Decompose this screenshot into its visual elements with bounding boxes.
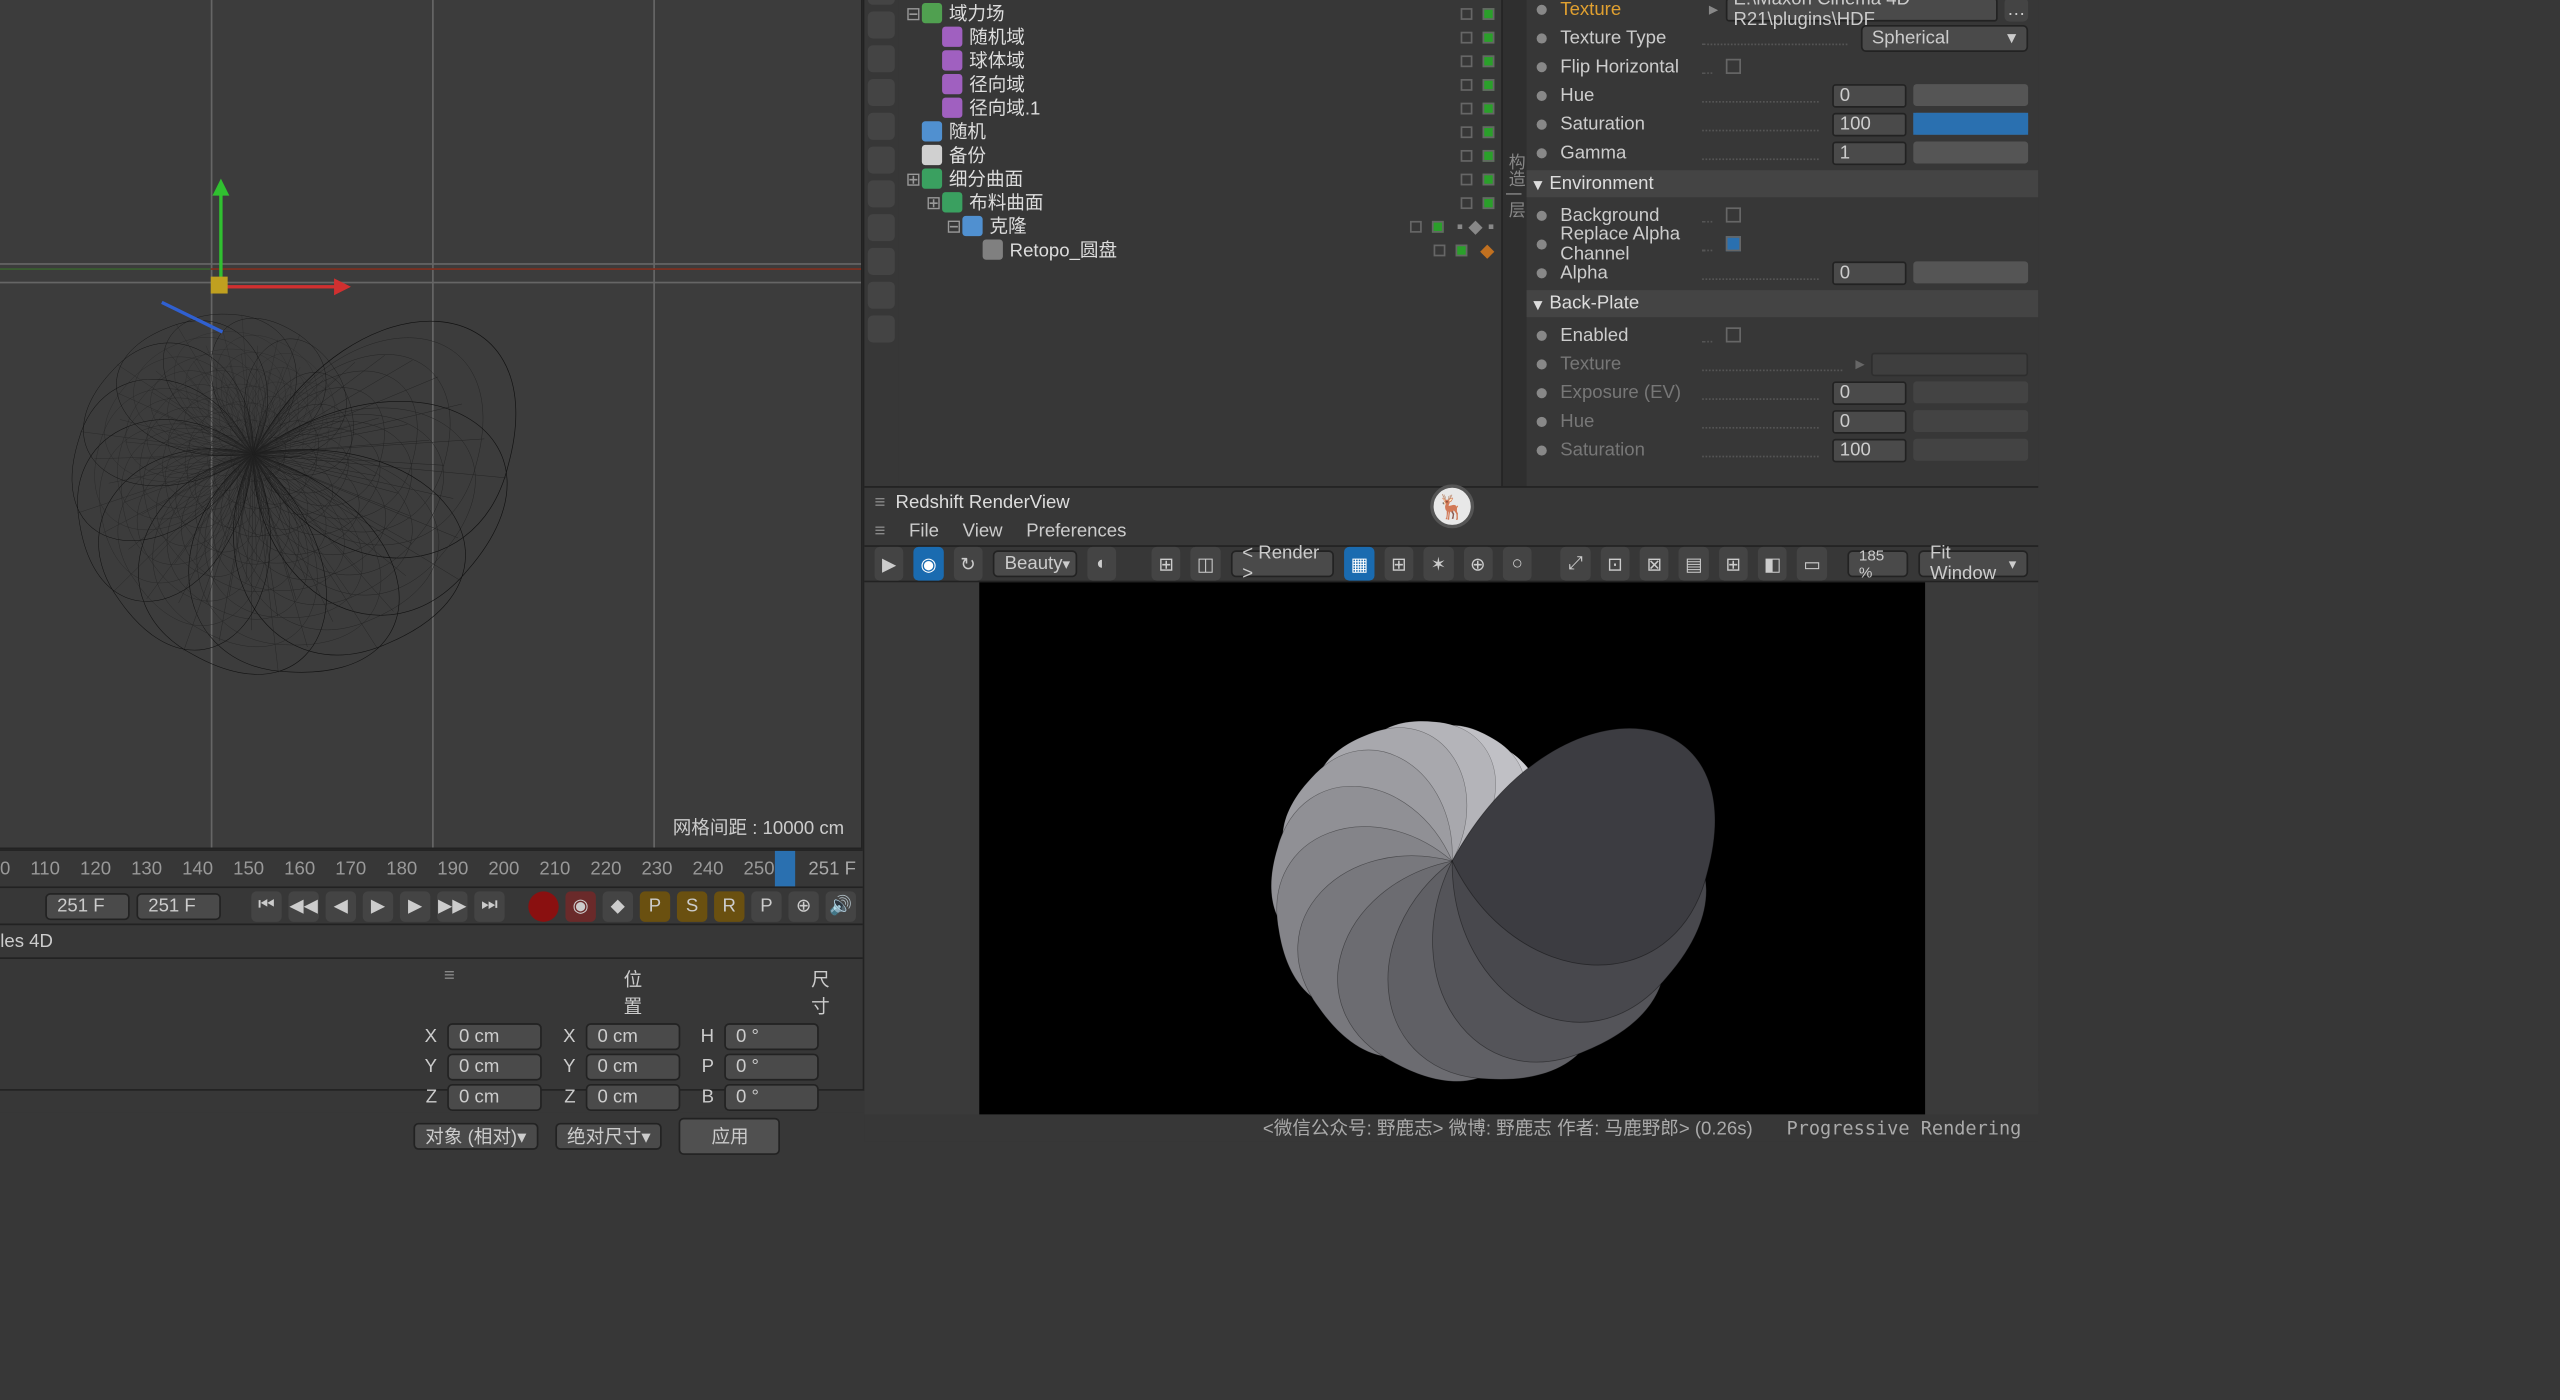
key-opt-button[interactable]: ⊕ [788,891,818,921]
attr-row: Gamma1 [1537,138,2028,167]
rv-tool-icon[interactable]: ⊞ [1384,547,1413,581]
objbar-icon[interactable] [868,79,895,106]
objbar-icon[interactable] [868,11,895,38]
attr-row: Saturation100 [1537,109,2028,138]
to-end-button[interactable]: ⏭ [474,891,504,921]
rv-tool-icon[interactable]: ▤ [1679,547,1708,581]
attr-row: Saturation100 [1537,435,2028,464]
rv-fit-dropdown[interactable]: Fit Window ▾ [1918,550,2028,577]
rv-buffer-dropdown[interactable]: < Render > [1230,550,1334,577]
rv-render-button[interactable]: ▶ [875,547,904,581]
viewport[interactable]: 透视视图 RS 摄像机 ▤ ✦ Number of emitters: 0Tot… [0,0,863,849]
objbar-icon[interactable] [868,113,895,140]
rv-tool-icon[interactable]: ◧ [1758,547,1787,581]
attr-row: Hue0 [1537,407,2028,436]
object-row[interactable]: 径向域.1 [898,96,1501,120]
coord-mode-b[interactable]: 绝对尺寸 ▾ [555,1123,662,1150]
playback-bar: 1 F 1 F 251 F 251 F ⏮ ◀◀ ◀ ▶ ▶ ▶▶ ⏭ ◉ ◆ … [0,886,863,923]
attr-row: Texture▸E:\Maxon Cinema 4D R21\plugins\H… [1537,0,2028,23]
rv-menu-item[interactable]: View [963,522,1003,542]
object-row[interactable]: Retopo_圆盘 ◆ [898,238,1501,262]
prev-frame-button[interactable]: ◀ [326,891,356,921]
attr-row: Replace Alpha Channel [1537,229,2028,258]
attr-row: Texture▸ [1537,349,2028,378]
object-row[interactable]: 径向域 [898,72,1501,96]
attr-row: Exposure (EV)0 [1537,378,2028,407]
render-frame [978,582,1924,1114]
renderview-toolbar: ▶ ◉ ↻ Beauty ▾ ◐ ⊞ ◫ < Render > ▦ ⊞ ✶ ⊕ … [864,545,2038,582]
rv-menu-item[interactable]: Preferences [1026,522,1126,542]
autokey-button[interactable]: ◉ [565,891,595,921]
object-row[interactable]: ⊟ 域力场 [898,1,1501,25]
object-row[interactable]: ⊞ 细分曲面 [898,167,1501,191]
next-key-button[interactable]: ▶▶ [437,891,467,921]
key-opt-button[interactable]: P [751,891,781,921]
object-row[interactable]: 备份 [898,143,1501,167]
logo-badge: 🦌 [1429,484,1473,528]
next-frame-button[interactable]: ▶ [400,891,430,921]
objbar-icon[interactable] [868,248,895,275]
rv-tool-icon[interactable]: ⊞ [1719,547,1748,581]
objbar-icon[interactable] [868,0,895,5]
rv-tool-icon[interactable]: ⊡ [1600,547,1629,581]
record-button[interactable] [528,891,558,921]
rv-tool-icon[interactable]: ▭ [1798,547,1827,581]
key-opt-button[interactable]: P [640,891,670,921]
rv-tool-icon[interactable]: ⊠ [1640,547,1669,581]
matmenu-item[interactable]: Cycles 4D [0,931,53,951]
objbar-icon[interactable] [868,282,895,309]
rv-tool-icon[interactable]: ◫ [1191,547,1220,581]
apply-button[interactable]: 应用 [679,1118,780,1155]
render-status-bar: <微信公众号: 野鹿志> 微博: 野鹿志 作者: 马鹿野郎> (0.26s) P… [864,1114,2038,1141]
timeline-cursor[interactable] [775,851,795,886]
rv-tool-icon[interactable]: ✶ [1424,547,1453,581]
attr-row: Enabled [1537,321,2028,350]
attr-row: Flip Horizontal [1537,52,2028,81]
rv-tool-icon[interactable]: ⊞ [1152,547,1181,581]
viewport-grid-label: 网格间距 : 10000 cm [673,814,844,841]
rv-tool-icon[interactable]: ◐ [1087,547,1116,581]
attribute-body: ColorTexture▸E:\Maxon Cinema 4D R21\plug… [1526,0,2038,486]
timeline-frame: 251 F [808,858,856,878]
attr-row: Hue0 [1537,81,2028,110]
to-start-button[interactable]: ⏮ [251,891,281,921]
rv-refresh-button[interactable]: ↻ [953,547,982,581]
rv-tool-icon[interactable]: ⊕ [1463,547,1492,581]
coordinate-panel: ≡ 位置 尺寸 旋转 X0 cm X0 cm H0 °Y0 cm Y0 cm P… [0,957,863,1089]
object-list[interactable]: RS Dome Light ·· ◐ ⊟ 空白 RS 摄像机 力 ⊟ 域力场 随… [898,0,1501,486]
rv-tool-icon[interactable]: ▦ [1345,547,1374,581]
key-opt-button[interactable]: R [714,891,744,921]
key-button[interactable]: ◆ [603,891,633,921]
object-row[interactable]: ⊞ 布料曲面 [898,190,1501,214]
object-row[interactable]: 随机 [898,120,1501,144]
objbar-icon[interactable] [868,45,895,72]
rv-tool-icon[interactable]: ○ [1503,547,1532,581]
model-wireframe [0,74,591,800]
object-row[interactable]: 随机域 [898,25,1501,49]
rv-aov-dropdown[interactable]: Beauty ▾ [993,550,1077,577]
prev-key-button[interactable]: ◀◀ [288,891,318,921]
timeline[interactable]: 0102030405060708090100110120130140150160… [0,849,863,886]
rv-zoom-field[interactable]: 185 % [1847,550,1908,577]
objbar-icon[interactable] [868,180,895,207]
total-frame-field[interactable]: 251 F [136,892,220,919]
object-row[interactable]: ⊟ 克隆 ▪ ◆ ▪ [898,214,1501,238]
play-button[interactable]: ▶ [363,891,393,921]
material-menu: ≡ 创建 编辑 查看 选择 材质 纹理 Cycles 4D [0,924,863,958]
sound-button[interactable]: 🔊 [826,891,856,921]
collapsed-panel-tab[interactable]: 构造 | 层 [1503,0,1527,486]
object-row[interactable]: 球体域 [898,49,1501,73]
objbar-icon[interactable] [868,147,895,174]
rv-ipr-button[interactable]: ◉ [914,547,943,581]
rv-menu-item[interactable]: File [909,522,939,542]
objbar-icon[interactable] [868,315,895,342]
key-opt-button[interactable]: S [677,891,707,921]
rv-tool-icon[interactable]: ⤢ [1561,547,1590,581]
objbar-icon[interactable] [868,214,895,241]
end-frame-field[interactable]: 251 F [45,892,129,919]
object-panel-iconbar [864,0,898,486]
render-viewport[interactable] [864,582,2038,1114]
attr-row: Alpha0 [1537,258,2028,287]
coord-mode-a[interactable]: 对象 (相对) ▾ [413,1123,538,1150]
